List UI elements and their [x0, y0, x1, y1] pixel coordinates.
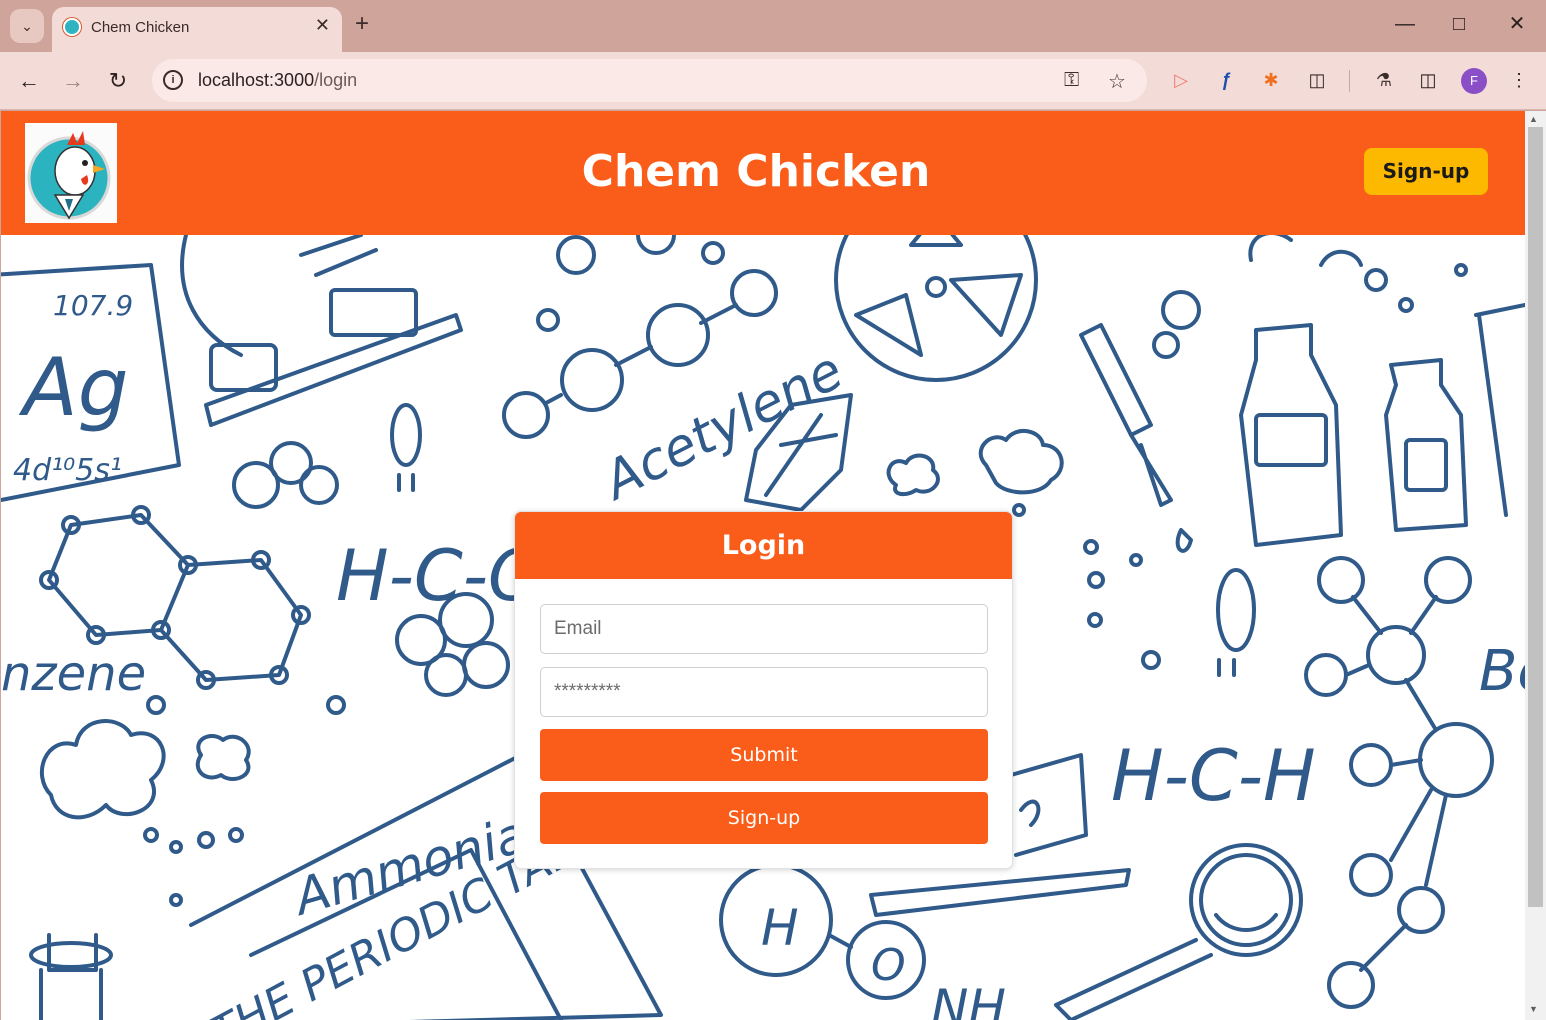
browser-tab-bar: ⌄ Chem Chicken ✕ + — □ ✕: [0, 0, 1546, 52]
molecular-model-doodle: [1304, 556, 1494, 1009]
site-title: Chem Chicken: [581, 146, 931, 197]
toolbar-divider: [1349, 70, 1350, 92]
be-text: Be: [1479, 639, 1525, 704]
bottles-doodle: [1152, 235, 1525, 547]
menu-dots-icon[interactable]: ⋮: [1507, 68, 1531, 92]
hch-text: H-C-H: [1111, 735, 1316, 817]
flask-doodle: [29, 933, 113, 1020]
side-panel-icon[interactable]: ◫: [1416, 68, 1440, 92]
record-extension-icon[interactable]: ▷: [1169, 68, 1193, 92]
benzene-ring-doodle: nzene: [1, 505, 311, 702]
chevron-down-icon: ⌄: [21, 17, 33, 34]
microscope-doodle: [180, 235, 463, 427]
tab-title: Chem Chicken: [91, 19, 190, 36]
extension-fox-icon[interactable]: ✱: [1259, 68, 1283, 92]
element-mass-text: 107.9: [53, 289, 133, 322]
benzene-text: nzene: [1, 646, 146, 702]
nh-text: NH: [931, 979, 1006, 1020]
dropper-doodle: [1079, 323, 1193, 553]
url-text: localhost:3000/login: [198, 70, 357, 91]
signup-button[interactable]: Sign-up: [540, 792, 988, 844]
close-tab-icon[interactable]: ✕: [315, 15, 330, 36]
login-card: Login Submit Sign-up: [514, 511, 1013, 869]
page-viewport: 107.9 Ag 4d¹⁰5s¹ Acetylene H-C-OH nzene …: [1, 111, 1525, 1020]
site-info-icon[interactable]: i: [163, 70, 183, 90]
new-tab-icon[interactable]: +: [355, 12, 369, 36]
url-host: localhost:3000: [198, 70, 315, 90]
forward-arrow-icon[interactable]: →: [58, 66, 88, 96]
extensions-puzzle-icon[interactable]: ◫: [1305, 68, 1329, 92]
site-header: Chem Chicken Sign-up: [1, 111, 1525, 235]
login-title: Login: [515, 512, 1012, 579]
bookmark-star-icon[interactable]: ☆: [1108, 69, 1126, 94]
maximize-icon[interactable]: □: [1444, 12, 1474, 36]
window-close-icon[interactable]: ✕: [1502, 12, 1532, 36]
ho-atoms-doodle: H O NH: [719, 863, 1006, 1020]
magnifier-doodle: [1054, 843, 1303, 1020]
minimize-icon[interactable]: —: [1390, 12, 1420, 36]
scrollbar-thumb[interactable]: [1528, 127, 1543, 907]
back-arrow-icon[interactable]: ←: [14, 66, 44, 96]
browser-tab[interactable]: Chem Chicken ✕: [52, 7, 342, 52]
o-atom-text: O: [871, 940, 906, 991]
profile-avatar[interactable]: F: [1461, 68, 1487, 94]
element-config-text: 4d¹⁰5s¹: [13, 453, 122, 488]
scroll-down-icon[interactable]: ▼: [1529, 1004, 1538, 1014]
address-bar[interactable]: i localhost:3000/login ⚿ ☆: [152, 59, 1147, 102]
radiation-sign-doodle: [834, 235, 1038, 382]
page-scrollbar[interactable]: ▲ ▼: [1525, 111, 1546, 1020]
reload-icon[interactable]: ↻: [103, 66, 133, 96]
extension-icon[interactable]: ƒ: [1214, 68, 1238, 92]
browser-toolbar: ← → ↻ i localhost:3000/login ⚿ ☆ ▷ ƒ ✱ ◫…: [0, 52, 1546, 110]
element-symbol-text: Ag: [18, 341, 129, 434]
oxygen-ellipse-doodle: [1216, 568, 1256, 652]
password-key-icon[interactable]: ⚿: [1064, 69, 1079, 92]
password-field[interactable]: [540, 667, 988, 717]
favicon-icon: [63, 18, 81, 36]
header-signup-button[interactable]: Sign-up: [1364, 148, 1488, 195]
tab-search-button[interactable]: ⌄: [10, 9, 44, 43]
element-tile-doodle: 107.9 Ag 4d¹⁰5s¹: [1, 263, 181, 502]
submit-button[interactable]: Submit: [540, 729, 988, 781]
email-field[interactable]: [540, 604, 988, 654]
scroll-up-icon[interactable]: ▲: [1529, 114, 1538, 124]
h-atom-text: H: [761, 899, 799, 957]
url-path: /login: [314, 70, 358, 90]
labs-flask-icon[interactable]: ⚗: [1372, 68, 1396, 92]
